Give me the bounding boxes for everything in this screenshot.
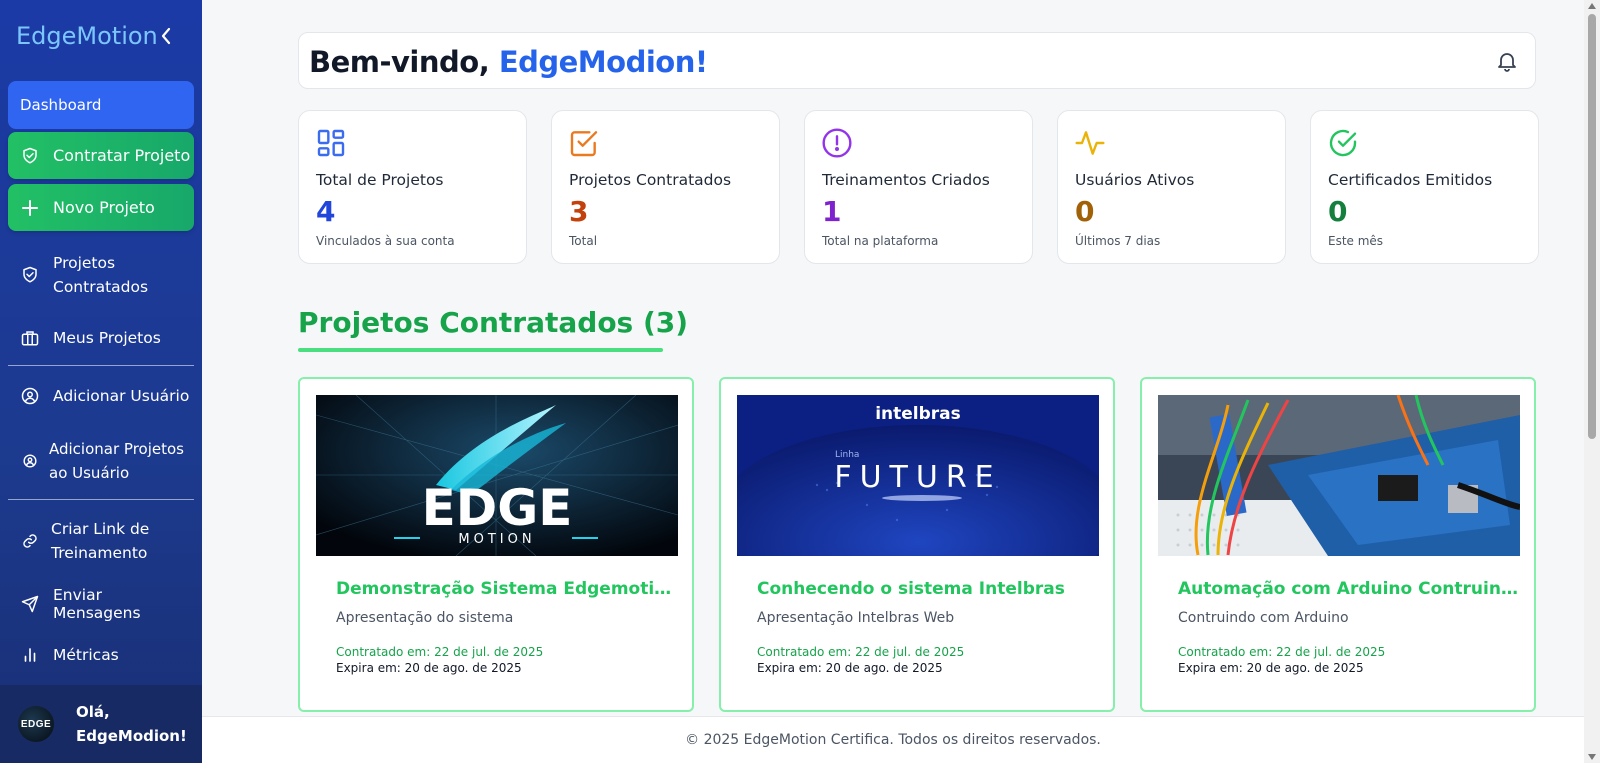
motion-logo-text: MOTION: [458, 532, 535, 547]
stat-sub: Vinculados à sua conta: [316, 234, 455, 248]
scroll-up-icon[interactable]: [1588, 3, 1596, 9]
avatar-text: EDGE: [20, 718, 52, 730]
stat-sub: Últimos 7 dias: [1075, 234, 1161, 248]
checkbox-icon: [568, 127, 600, 159]
bar-chart-icon: [21, 646, 39, 664]
stat-value: 0: [1328, 195, 1348, 228]
page-title: Bem-vindo, EdgeModion!: [309, 45, 708, 79]
sidebar-item-adicionar-usuario[interactable]: Adicionar Usuário: [8, 384, 194, 408]
sidebar: EdgeMotion Dashboard Contratar Projeto N…: [0, 0, 202, 763]
stat-value: 0: [1075, 195, 1095, 228]
stat-sub: Total na plataforma: [822, 234, 939, 248]
intelbras-logo-text: intelbras: [875, 404, 961, 424]
project-title[interactable]: Conhecendo o sistema Intelbras: [757, 579, 1097, 599]
project-description: Apresentação do sistema: [336, 610, 514, 626]
project-expiry-date: Expira em: 20 de ago. de 2025: [1178, 661, 1364, 675]
future-text: FUTURE: [834, 460, 1001, 495]
send-icon: [21, 595, 39, 613]
footer: © 2025 EdgeMotion Certifica. Todos os di…: [202, 716, 1584, 763]
project-description: Contruindo com Arduino: [1178, 610, 1349, 626]
stat-label: Certificados Emitidos: [1328, 171, 1493, 189]
sidebar-item-label: Dashboard: [20, 96, 102, 114]
sidebar-item-label: Meus Projetos: [53, 329, 161, 347]
project-image: intelbras Linha FUTURE: [737, 395, 1099, 556]
user-circle-icon: [21, 387, 39, 405]
project-expiry-date: Expira em: 20 de ago. de 2025: [336, 661, 522, 675]
stat-card-certificados: Certificados Emitidos 0 Este mês: [1310, 110, 1539, 264]
stat-value: 1: [822, 195, 842, 228]
stat-card-total-projetos: Total de Projetos 4 Vinculados à sua con…: [298, 110, 527, 264]
check-circle-icon: [1327, 127, 1359, 159]
scroll-down-icon[interactable]: [1588, 754, 1596, 760]
handshake-icon: [21, 147, 39, 165]
sidebar-divider: [8, 499, 194, 500]
project-image: EDGE MOTION: [316, 395, 678, 556]
project-image: [1158, 395, 1520, 556]
stat-label: Total de Projetos: [316, 171, 444, 189]
linha-text: Linha: [835, 450, 859, 460]
stat-label: Usuários Ativos: [1075, 171, 1195, 189]
activity-icon: [1074, 127, 1106, 159]
welcome-name: EdgeModion!: [498, 45, 708, 79]
stat-card-usuarios-ativos: Usuários Ativos 0 Últimos 7 dias: [1057, 110, 1286, 264]
project-title[interactable]: Automação com Arduino Contruind...: [1178, 579, 1518, 599]
stat-label: Projetos Contratados: [569, 171, 732, 189]
plus-icon: [21, 199, 39, 217]
stat-value: 3: [569, 195, 589, 228]
sidebar-item-label: Adicionar Projetos ao Usuário: [49, 440, 184, 482]
section-title: Projetos Contratados (3): [298, 306, 689, 339]
grid-icon: [315, 127, 347, 159]
page-scrollbar[interactable]: [1584, 0, 1600, 763]
project-expiry-date: Expira em: 20 de ago. de 2025: [757, 661, 943, 675]
project-card[interactable]: Automação com Arduino Contruind... Contr…: [1140, 377, 1536, 712]
user-profile[interactable]: EDGE Olá, EdgeModion!: [0, 685, 202, 763]
project-contracted-date: Contratado em: 22 de jul. de 2025: [1178, 645, 1386, 659]
user-greeting: Olá, EdgeModion!: [76, 703, 187, 745]
project-title[interactable]: Demonstração Sistema Edgemotion: [336, 579, 676, 599]
sidebar-item-meus-projetos[interactable]: Meus Projetos: [8, 326, 194, 350]
stat-sub: Este mês: [1328, 234, 1384, 248]
sidebar-item-label: Enviar Mensagens: [53, 586, 141, 622]
scrollbar-thumb[interactable]: [1588, 14, 1596, 439]
user-circle-icon: [21, 452, 39, 470]
sidebar-item-label: Novo Projeto: [53, 198, 155, 217]
bell-icon[interactable]: [1495, 49, 1519, 73]
sidebar-item-metricas[interactable]: Métricas: [8, 643, 194, 667]
section-underline: [298, 348, 663, 352]
link-icon: [21, 532, 39, 550]
project-contracted-date: Contratado em: 22 de jul. de 2025: [336, 645, 544, 659]
sidebar-item-label: Contratar Projeto: [53, 146, 191, 165]
alert-circle-icon: [821, 127, 853, 159]
project-contracted-date: Contratado em: 22 de jul. de 2025: [757, 645, 965, 659]
briefcase-icon: [21, 329, 39, 347]
project-card[interactable]: EDGE MOTION Demonstração Sistema Edgemot…: [298, 377, 694, 712]
stat-card-projetos-contratados: Projetos Contratados 3 Total: [551, 110, 780, 264]
sidebar-item-label: Criar Link de Treinamento: [51, 520, 150, 562]
sidebar-item-criar-link[interactable]: Criar Link de Treinamento: [8, 516, 194, 566]
stat-sub: Total: [569, 234, 598, 248]
avatar: EDGE: [18, 706, 54, 742]
stat-value: 4: [316, 195, 336, 228]
sidebar-item-contratar-projeto[interactable]: Contratar Projeto: [8, 132, 194, 179]
handshake-icon: [21, 266, 39, 284]
sidebar-item-enviar-mensagens[interactable]: Enviar Mensagens: [8, 586, 194, 622]
sidebar-item-projetos-contratados[interactable]: Projetos Contratados: [8, 250, 194, 300]
sidebar-item-dashboard[interactable]: Dashboard: [8, 81, 194, 129]
project-card[interactable]: intelbras Linha FUTURE Conhecendo o sist…: [719, 377, 1115, 712]
welcome-prefix: Bem-vindo,: [309, 45, 499, 79]
stat-card-treinamentos: Treinamentos Criados 1 Total na platafor…: [804, 110, 1033, 264]
sidebar-item-novo-projeto[interactable]: Novo Projeto: [8, 184, 194, 231]
sidebar-item-label: Métricas: [53, 646, 119, 664]
sidebar-item-adicionar-projetos-usuario[interactable]: Adicionar Projetos ao Usuário: [8, 436, 194, 486]
collapse-sidebar-icon[interactable]: [158, 24, 174, 48]
project-description: Apresentação Intelbras Web: [757, 610, 955, 626]
sidebar-item-label: Projetos Contratados: [53, 254, 149, 296]
sidebar-divider: [8, 365, 194, 366]
edge-logo-text: EDGE: [422, 479, 573, 537]
sidebar-item-label: Adicionar Usuário: [53, 387, 190, 405]
brand-logo[interactable]: EdgeMotion: [16, 22, 158, 50]
stat-label: Treinamentos Criados: [822, 171, 990, 189]
welcome-header: Bem-vindo, EdgeModion!: [298, 32, 1536, 89]
